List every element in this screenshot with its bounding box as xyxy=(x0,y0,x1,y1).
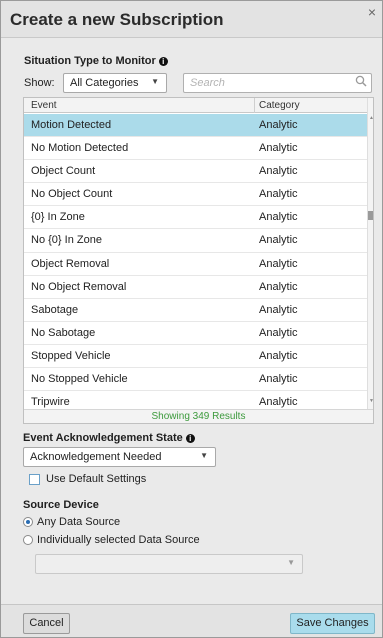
column-header-category[interactable]: Category xyxy=(259,100,300,111)
event-cell: No Sabotage xyxy=(31,326,96,339)
event-cell: Tripwire xyxy=(31,396,70,409)
event-cell: No Object Count xyxy=(31,188,113,201)
results-count: Showing 349 Results xyxy=(24,409,373,423)
event-cell: Object Count xyxy=(31,165,96,178)
ack-heading: Event Acknowledgement State i xyxy=(23,432,195,444)
category-cell: Analytic xyxy=(259,211,298,224)
table-row[interactable]: Stopped Vehicle Analytic xyxy=(24,345,367,369)
use-default-label[interactable]: Use Default Settings xyxy=(46,473,146,485)
situation-heading-label: Situation Type to Monitor xyxy=(24,55,156,67)
event-cell: Stopped Vehicle xyxy=(31,349,111,362)
event-cell: No Stopped Vehicle xyxy=(31,373,128,386)
table-row[interactable]: {0} In Zone Analytic xyxy=(24,206,367,230)
category-cell: Analytic xyxy=(259,373,298,386)
search-input[interactable] xyxy=(183,73,372,93)
dialog-footer: Cancel Save Changes xyxy=(1,604,382,637)
source-heading: Source Device xyxy=(23,499,99,511)
info-icon: i xyxy=(185,434,195,443)
chevron-down-icon: ▼ xyxy=(287,558,295,567)
table-row[interactable]: Object Count Analytic xyxy=(24,160,367,184)
close-icon[interactable]: × xyxy=(368,4,376,20)
ack-state-value: Acknowledgement Needed xyxy=(30,451,162,463)
category-cell: Analytic xyxy=(259,142,298,155)
individual-source-label[interactable]: Individually selected Data Source xyxy=(37,534,200,546)
category-cell: Analytic xyxy=(259,396,298,409)
category-cell: Analytic xyxy=(259,257,298,270)
category-cell: Analytic xyxy=(259,188,298,201)
save-changes-button[interactable]: Save Changes xyxy=(290,613,375,634)
filter-bar: Show: All Categories ▼ xyxy=(23,72,372,96)
table-row[interactable]: Sabotage Analytic xyxy=(24,299,367,322)
any-source-radio[interactable] xyxy=(23,517,33,527)
category-filter-value: All Categories xyxy=(70,77,139,89)
event-cell: No Motion Detected xyxy=(31,142,129,155)
table-row[interactable]: No Stopped Vehicle Analytic xyxy=(24,368,367,392)
table-row[interactable]: No Motion Detected Analytic xyxy=(24,137,367,161)
ack-state-select[interactable]: Acknowledgement Needed ▼ xyxy=(23,447,216,467)
category-cell: Analytic xyxy=(259,234,298,247)
event-cell: No {0} In Zone xyxy=(31,234,102,247)
use-default-checkbox[interactable] xyxy=(29,474,40,485)
scrollbar-thumb[interactable] xyxy=(368,211,373,220)
event-cell: Sabotage xyxy=(31,303,79,316)
ack-heading-label: Event Acknowledgement State xyxy=(23,432,183,444)
table-body: Motion Detected Analytic No Motion Detect… xyxy=(24,114,367,415)
event-cell: Motion Detected xyxy=(31,119,112,131)
subscription-dialog: Create a new Subscription × Situation Ty… xyxy=(0,0,383,638)
chevron-down-icon: ▼ xyxy=(200,451,208,460)
column-header-event[interactable]: Event xyxy=(31,100,57,111)
table-row[interactable]: Motion Detected Analytic xyxy=(24,114,367,138)
category-cell: Analytic xyxy=(259,280,298,293)
dialog-header: Create a new Subscription × xyxy=(1,1,382,38)
event-table: Event Category Motion Detected Analytic N… xyxy=(23,97,374,424)
event-cell: Object Removal xyxy=(31,257,110,270)
event-cell: No Object Removal xyxy=(31,280,127,293)
individual-source-radio[interactable] xyxy=(23,535,33,545)
table-row[interactable]: Object Removal Analytic xyxy=(24,253,367,276)
info-icon: i xyxy=(158,57,168,66)
scroll-up-icon[interactable]: ▲ xyxy=(369,115,373,121)
situation-heading: Situation Type to Monitor i xyxy=(24,55,168,67)
dialog-title: Create a new Subscription xyxy=(10,10,224,29)
data-source-select[interactable]: ▼ xyxy=(35,554,303,574)
category-cell: Analytic xyxy=(259,119,298,131)
table-row[interactable]: No Sabotage Analytic xyxy=(24,322,367,345)
table-row[interactable]: No {0} In Zone Analytic xyxy=(24,229,367,253)
any-source-label[interactable]: Any Data Source xyxy=(37,516,120,528)
category-cell: Analytic xyxy=(259,326,298,339)
search-icon[interactable] xyxy=(355,75,367,90)
category-cell: Analytic xyxy=(259,303,298,316)
table-row[interactable]: No Object Removal Analytic xyxy=(24,276,367,299)
table-row[interactable]: No Object Count Analytic xyxy=(24,183,367,207)
cancel-button[interactable]: Cancel xyxy=(23,613,70,634)
category-cell: Analytic xyxy=(259,349,298,362)
event-cell: {0} In Zone xyxy=(31,211,85,224)
scroll-down-icon[interactable]: ▼ xyxy=(369,398,373,404)
show-label: Show: xyxy=(24,77,55,89)
column-divider xyxy=(254,98,255,113)
category-cell: Analytic xyxy=(259,165,298,178)
category-filter-select[interactable]: All Categories ▼ xyxy=(63,73,167,93)
chevron-down-icon: ▼ xyxy=(151,77,159,86)
table-header: Event Category xyxy=(24,98,367,113)
table-scrollbar[interactable]: ▲ ▼ xyxy=(367,98,373,410)
